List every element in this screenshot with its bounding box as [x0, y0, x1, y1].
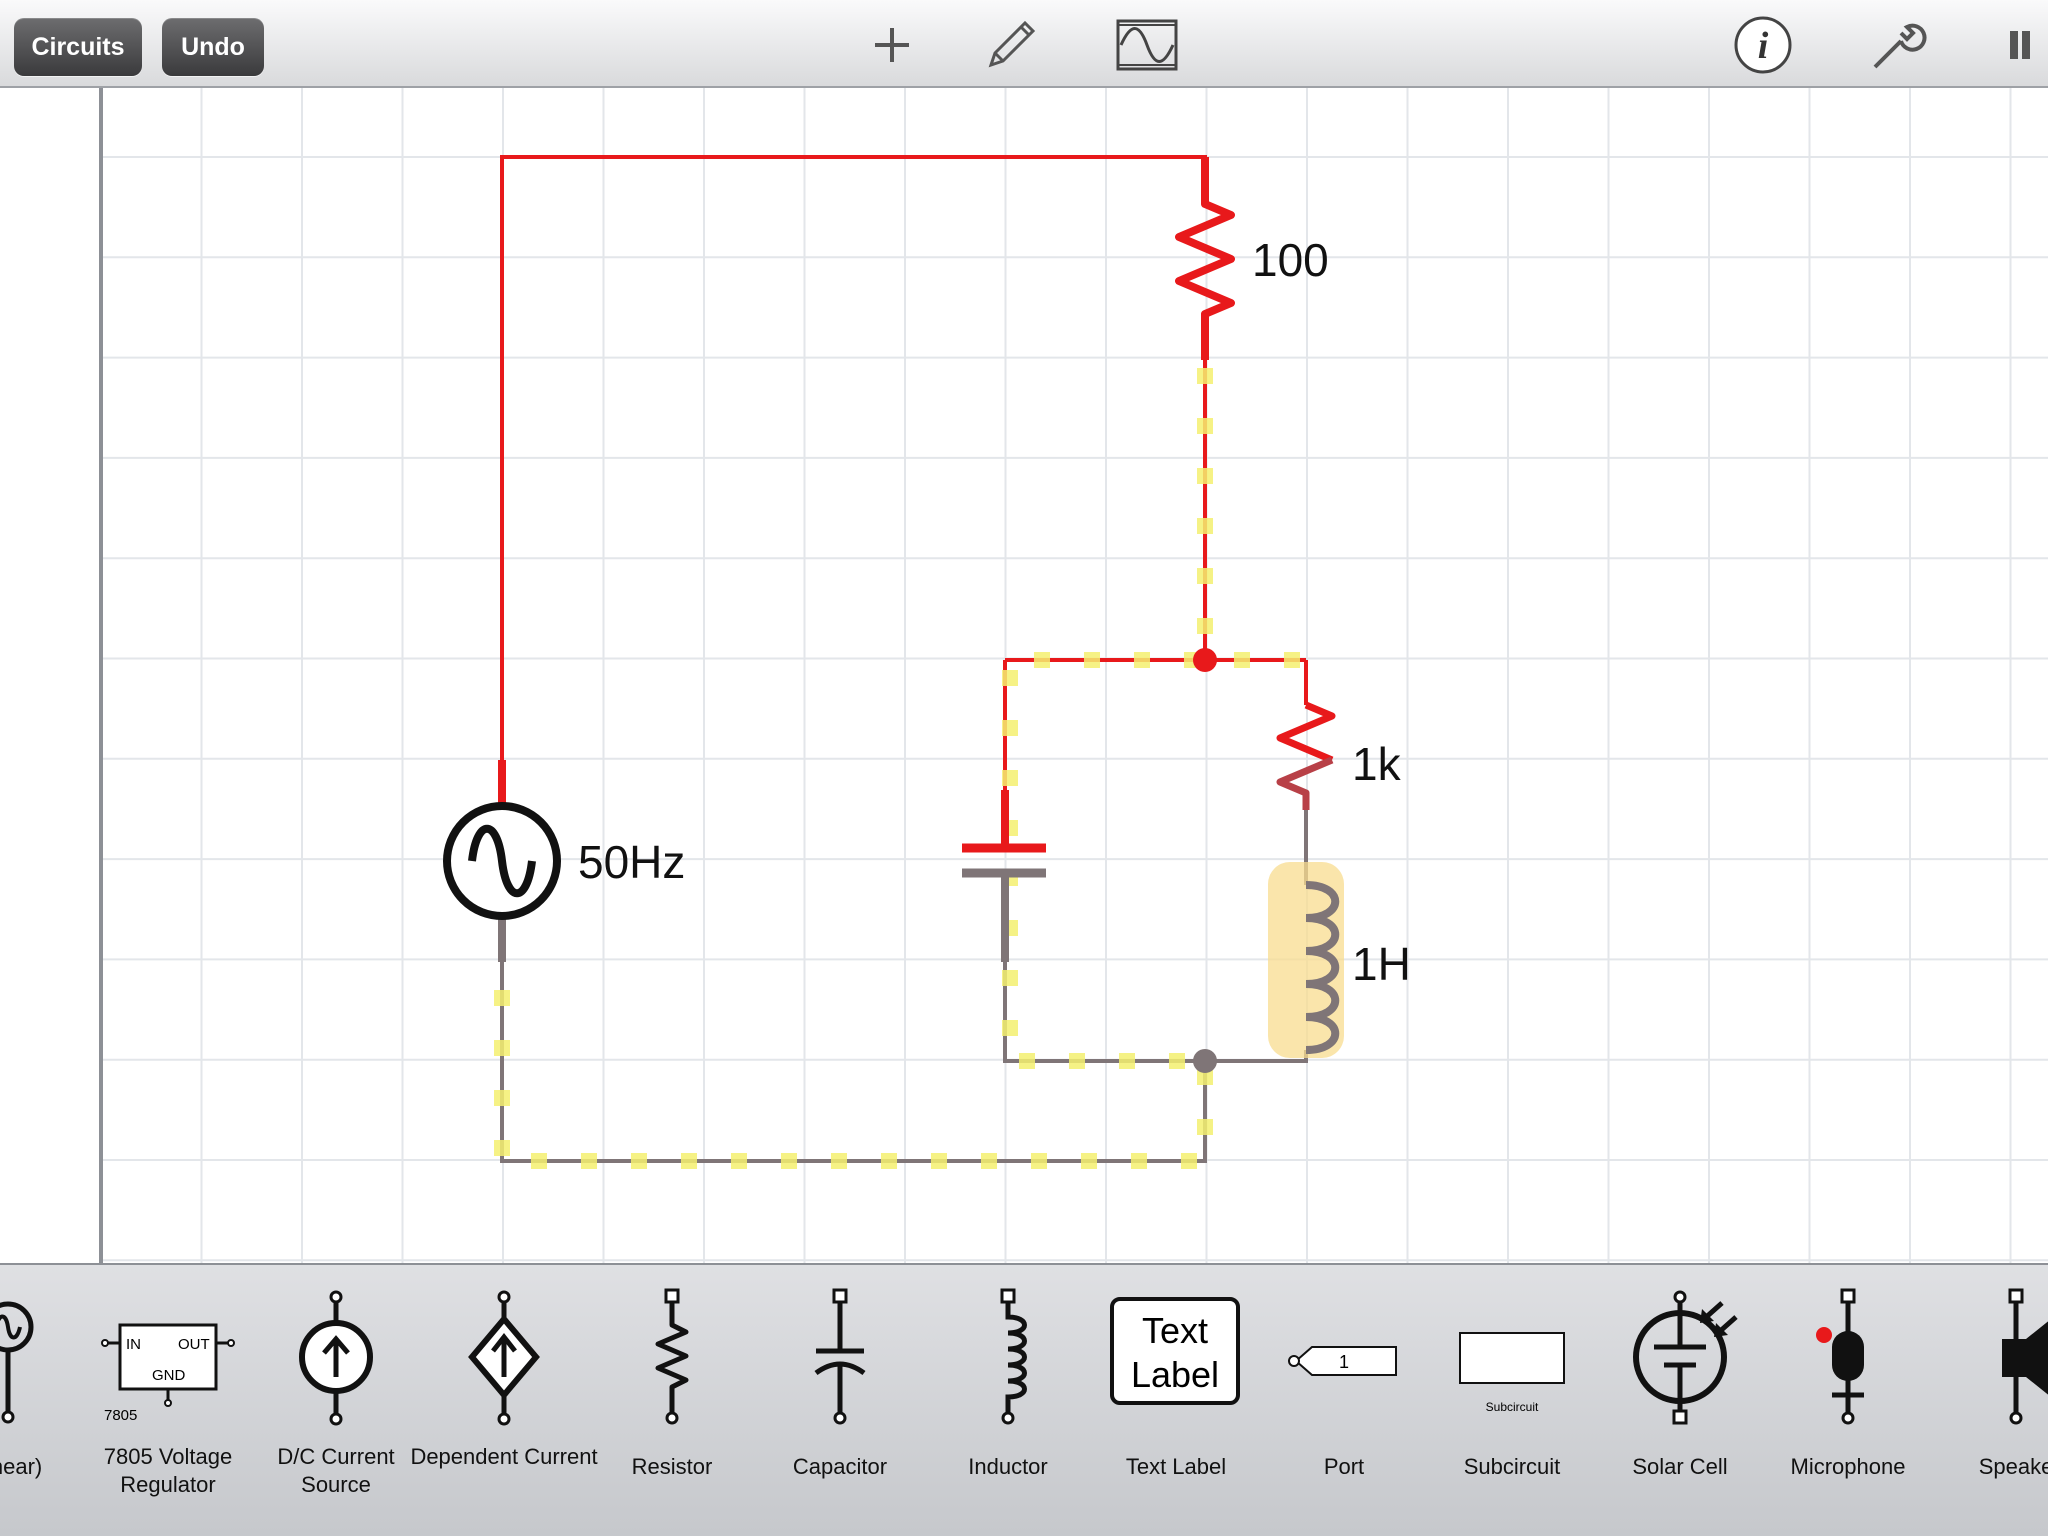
- palette-label: Subcircuit: [1463, 1454, 1561, 1479]
- resistor-icon: [655, 1288, 689, 1425]
- palette-item-voltage-regulator[interactable]: IN OUT GND 7805 7805 Voltage Regulator: [84, 1265, 252, 1538]
- component-palette: (linear) IN OUT GND 7805 7805 Voltage Re…: [0, 1263, 2048, 1536]
- wrench-icon[interactable]: [1862, 14, 1932, 76]
- junction-node-top[interactable]: [1193, 648, 1217, 672]
- port-icon: 1: [1288, 1346, 1397, 1376]
- schematic: 100 1k 1H 50Hz: [99, 88, 2048, 1263]
- voltage-regulator-icon: IN OUT GND 7805: [101, 1323, 235, 1424]
- palette-label: Speake: [1978, 1454, 2048, 1479]
- palette-item-text-label[interactable]: Text Label Text Label: [1092, 1265, 1260, 1538]
- palette-label: Capacitor: [792, 1454, 888, 1479]
- speaker-icon: [2002, 1288, 2048, 1425]
- grid: [100, 88, 2048, 1263]
- oscilloscope-icon[interactable]: [1112, 14, 1182, 76]
- pencil-icon[interactable]: [976, 14, 1046, 76]
- microphone-red-dot: [1816, 1327, 1832, 1343]
- chip-gnd-text: GND: [152, 1367, 186, 1384]
- text-label-box-line2: Label: [1131, 1354, 1219, 1395]
- capacitor-icon: [814, 1288, 866, 1425]
- palette-item-inductor[interactable]: Inductor: [924, 1265, 1092, 1538]
- subcircuit-icon: Subcircuit: [1459, 1332, 1565, 1414]
- chip-in-text: IN: [126, 1336, 141, 1353]
- palette-item-resistor[interactable]: Resistor: [588, 1265, 756, 1538]
- dependent-current-icon: [468, 1290, 540, 1426]
- info-icon[interactable]: i: [1728, 14, 1798, 76]
- palette-item-microphone[interactable]: Microphone: [1764, 1265, 1932, 1538]
- plus-icon[interactable]: [857, 14, 927, 76]
- svg-text:i: i: [1758, 25, 1769, 67]
- chip-out-text: OUT: [178, 1336, 210, 1353]
- current-source-icon: [299, 1290, 373, 1426]
- palette-item-subcircuit[interactable]: Subcircuit Subcircuit: [1428, 1265, 1596, 1538]
- undo-button[interactable]: Undo: [162, 18, 264, 76]
- palette-label: Text Label: [1125, 1454, 1227, 1479]
- palette-item-solar-cell[interactable]: Solar Cell: [1596, 1265, 1764, 1538]
- palette-label: Dependent Current: [410, 1444, 598, 1469]
- top-toolbar: Circuits Undo i: [0, 0, 2048, 88]
- palette-item-current-source[interactable]: D/C Current Source: [252, 1265, 420, 1538]
- circuits-button[interactable]: Circuits: [14, 18, 142, 76]
- subcircuit-caption: Subcircuit: [1486, 1400, 1539, 1414]
- ac-source-50hz[interactable]: [443, 760, 561, 962]
- palette-label: Solar Cell: [1632, 1454, 1728, 1479]
- chip-part-text: 7805: [104, 1407, 137, 1424]
- port-number-text: 1: [1339, 1352, 1349, 1372]
- palette-item-port[interactable]: 1 Port: [1260, 1265, 1428, 1538]
- palette-item-speaker[interactable]: Speake: [1932, 1265, 2048, 1538]
- palette-label: Inductor: [968, 1454, 1048, 1479]
- palette-item-capacitor[interactable]: Capacitor: [756, 1265, 924, 1538]
- resistor-1k-label: 1k: [1352, 738, 1402, 790]
- text-label-box-line1: Text: [1142, 1310, 1208, 1351]
- junction-node-bottom[interactable]: [1193, 1049, 1217, 1073]
- capacitor[interactable]: [962, 790, 1046, 962]
- text-label-icon: Text Label: [1110, 1297, 1240, 1405]
- current-flow-dots: [494, 368, 1300, 1169]
- palette-label: D/C Current Source: [277, 1444, 395, 1497]
- resistor-100-label: 100: [1252, 234, 1329, 286]
- inductor-icon: [1000, 1288, 1027, 1425]
- microphone-icon: [1816, 1288, 1864, 1425]
- resistor-100[interactable]: [1175, 157, 1235, 360]
- ac-source-icon: [0, 1301, 34, 1424]
- solar-cell-icon: [1633, 1290, 1738, 1425]
- circuit-canvas[interactable]: 100 1k 1H 50Hz: [0, 88, 2048, 1263]
- palette-label: Resistor: [631, 1454, 713, 1479]
- palette-item-dependent-current[interactable]: Dependent Current: [410, 1265, 598, 1538]
- palette-label: Microphone: [1790, 1454, 1906, 1479]
- ac-source-label: 50Hz: [578, 836, 685, 888]
- inductor-1h-label: 1H: [1352, 938, 1411, 990]
- palette-label: Port: [1323, 1454, 1365, 1479]
- palette-label: 7805 Voltage Regulator: [103, 1444, 233, 1497]
- pause-icon[interactable]: [1978, 14, 2048, 76]
